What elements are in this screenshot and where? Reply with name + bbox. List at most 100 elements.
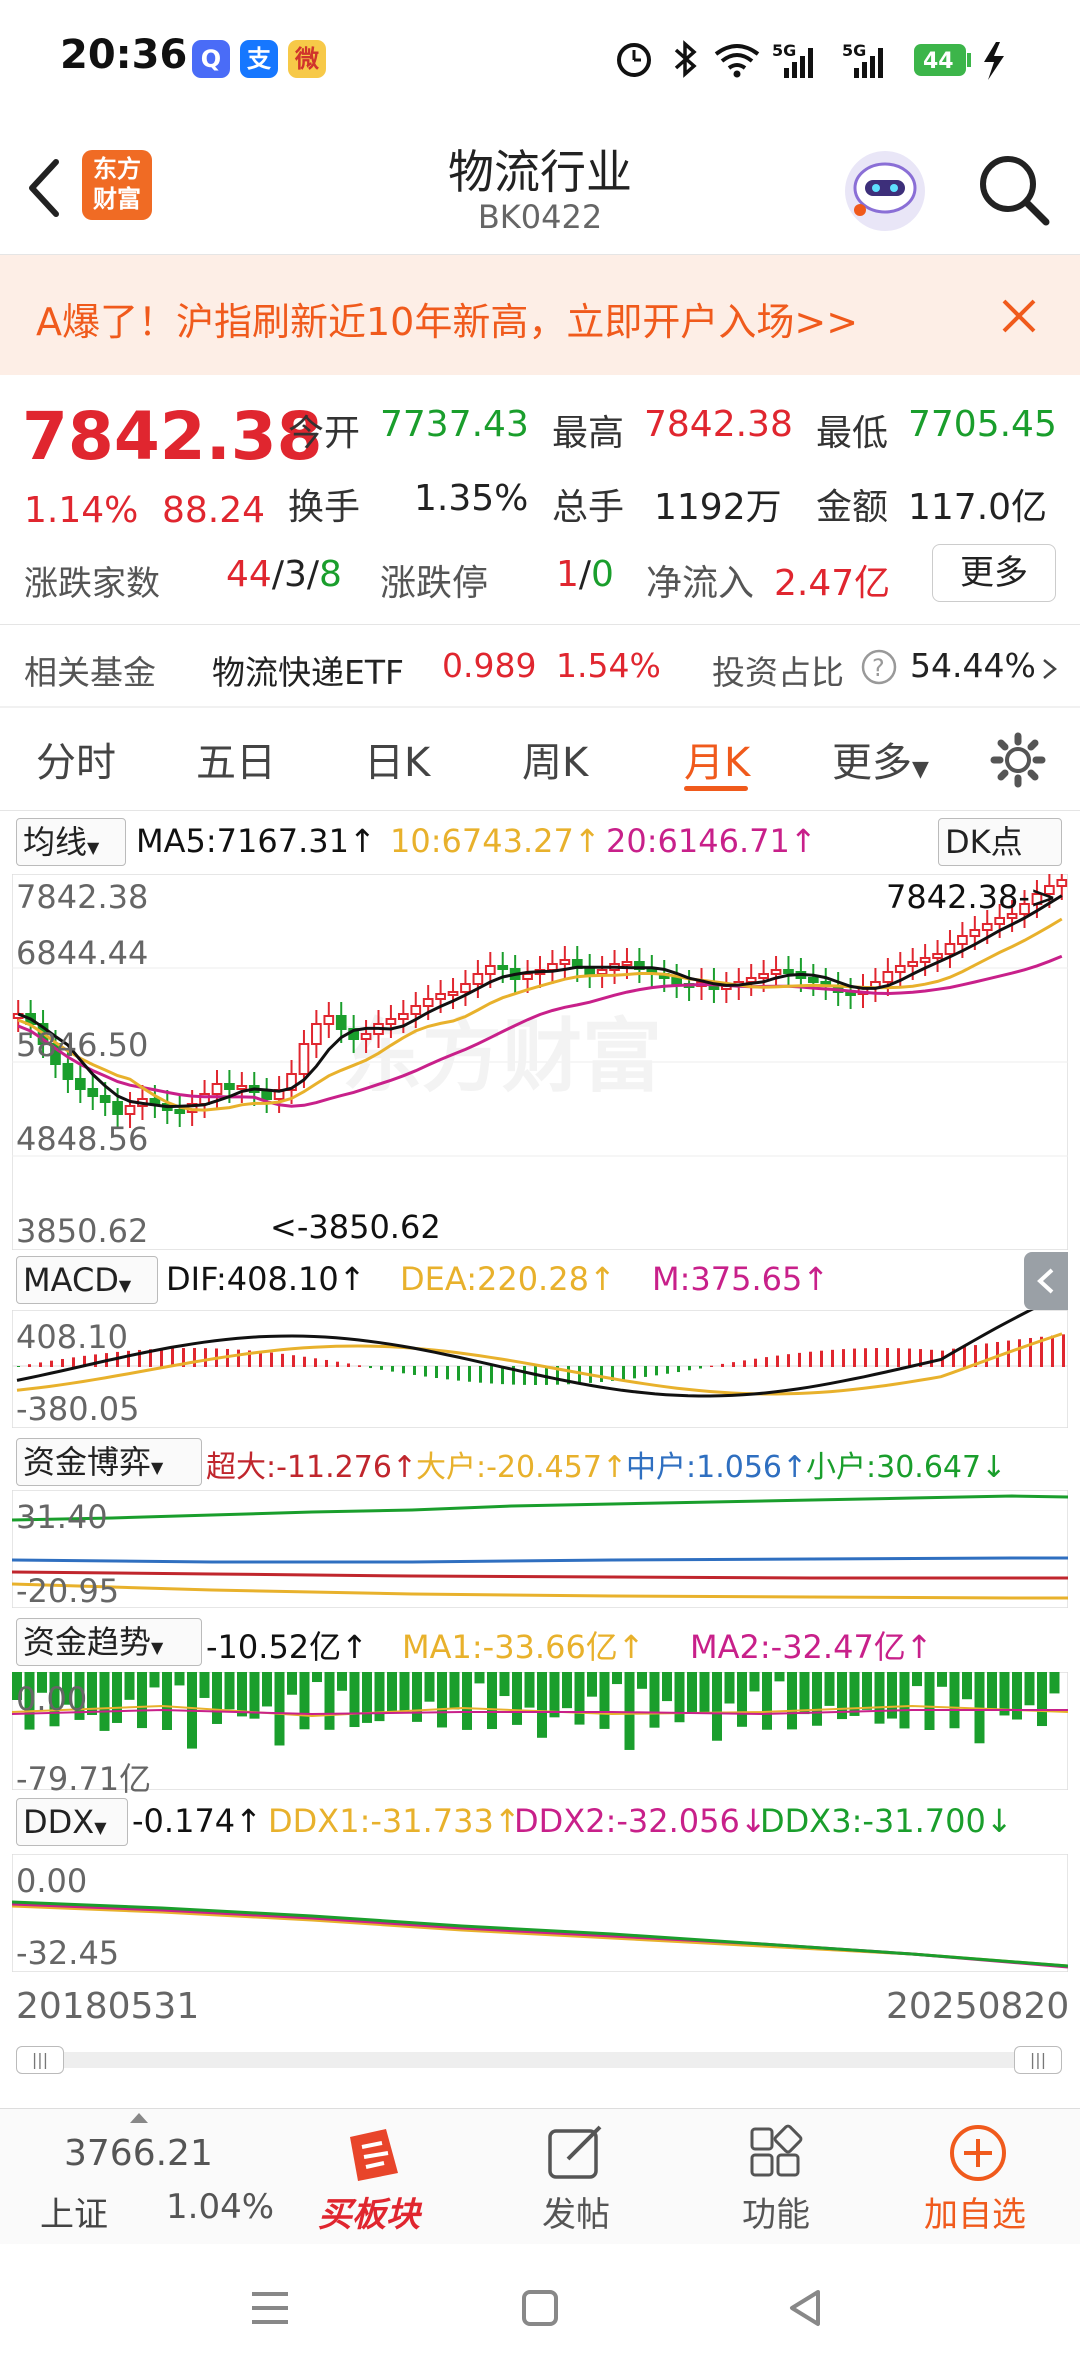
- fund-trend-axis-top: 0.00: [16, 1680, 88, 1718]
- low-value: 7705.45: [908, 404, 1057, 445]
- candle-body: [311, 1023, 322, 1045]
- fund-trend-bar: [112, 1672, 122, 1723]
- fund-trend-bar: [199, 1672, 210, 1698]
- macd-bar: [281, 1353, 284, 1367]
- svg-text:5G: 5G: [772, 41, 796, 60]
- adv-dec-counts: 44/3/8: [226, 554, 342, 595]
- kline-axis-mid2: 5846.50: [16, 1026, 149, 1064]
- adv-flat-count: 3: [283, 554, 307, 595]
- add-watchlist-label[interactable]: 加自选: [924, 2187, 1026, 2236]
- functions-label[interactable]: 功能: [742, 2187, 810, 2236]
- macd-bar: [237, 1349, 240, 1367]
- ddx-chart[interactable]: [12, 1854, 1068, 1972]
- macd-bar: [765, 1357, 768, 1367]
- index-pct[interactable]: 1.04%: [166, 2187, 274, 2227]
- macd-bar: [94, 1354, 97, 1367]
- app-q-icon: Q: [192, 40, 230, 78]
- menu-icon[interactable]: [248, 2286, 292, 2330]
- range-handle-left[interactable]: |||: [16, 2046, 64, 2074]
- search-icon[interactable]: [976, 152, 1052, 228]
- dk-point-button[interactable]: DK点: [938, 818, 1062, 866]
- candle-body: [1056, 879, 1068, 887]
- fund-trend-bar: [162, 1672, 172, 1730]
- tab-more[interactable]: 更多▼: [832, 730, 929, 788]
- fund-trend-bar: [337, 1672, 347, 1691]
- fund-trend-bar: [774, 1672, 785, 1682]
- fund-trend-select[interactable]: 资金趋势▼: [16, 1618, 202, 1666]
- section-gap: [0, 706, 1080, 708]
- fund-trend-bar: [699, 1672, 710, 1715]
- macd-bar: [622, 1366, 625, 1380]
- macd-bar: [677, 1366, 680, 1373]
- fund-game-caret-icon: ▼: [151, 1458, 164, 1477]
- candle-body: [447, 991, 459, 996]
- candle-body: [907, 961, 919, 967]
- candle-body: [298, 1043, 310, 1075]
- signal-2-icon: 5G: [842, 41, 883, 78]
- home-icon[interactable]: [518, 2286, 562, 2330]
- chevron-right-icon[interactable]: [1040, 656, 1060, 682]
- active-tab-indicator: [684, 786, 748, 791]
- candle-body: [894, 965, 906, 973]
- fund-name[interactable]: 物流快递ETF: [212, 646, 404, 694]
- fund-trend-bar: [599, 1672, 610, 1729]
- kline-chart[interactable]: 东方财富: [12, 874, 1068, 1250]
- fund-game-select[interactable]: 资金博弈▼: [16, 1438, 202, 1486]
- ddx-select[interactable]: DDX▼: [16, 1798, 128, 1846]
- buy-sector-label[interactable]: 买板块: [318, 2187, 420, 2236]
- tab-weekly-k[interactable]: 周K: [522, 730, 588, 788]
- help-icon[interactable]: ?: [860, 648, 898, 686]
- collapse-panel-button[interactable]: [1024, 1252, 1068, 1310]
- settings-gear-icon[interactable]: [990, 732, 1046, 788]
- macd-m: M:375.65↑: [652, 1260, 830, 1298]
- post-label[interactable]: 发帖: [542, 2187, 610, 2236]
- macd-select[interactable]: MACD▼: [16, 1256, 158, 1304]
- promo-banner[interactable]: A爆了！沪指刷新近10年新高，立即开户入场>>: [0, 255, 1080, 375]
- post-icon[interactable]: [546, 2123, 608, 2183]
- range-handle-right[interactable]: |||: [1014, 2046, 1062, 2074]
- tab-intraday[interactable]: 分时: [36, 730, 116, 788]
- macd-axis-bottom: -380.05: [16, 1390, 140, 1428]
- robot-assistant-icon[interactable]: [840, 146, 930, 236]
- buy-sector-icon[interactable]: [340, 2123, 410, 2187]
- candle-body: [460, 983, 471, 993]
- index-value[interactable]: 3766.21: [64, 2133, 213, 2174]
- fund-trend-value: -10.52亿↑: [206, 1628, 368, 1666]
- candle-body: [236, 1085, 248, 1090]
- macd-chart[interactable]: [12, 1310, 1068, 1428]
- close-icon[interactable]: [998, 295, 1040, 337]
- fund-trend-bar: [499, 1672, 510, 1697]
- candle-body: [758, 973, 769, 979]
- candle-body: [422, 998, 434, 1007]
- fund-game-chart[interactable]: [12, 1490, 1068, 1608]
- macd-bar: [17, 1366, 20, 1367]
- kline-axis-mid3: 4848.56: [16, 1120, 149, 1158]
- fund-trend-bar: [124, 1672, 135, 1700]
- system-nav-bar: [0, 2244, 1080, 2376]
- fund-trend-bar: [212, 1672, 222, 1724]
- fund-trend-chart[interactable]: [12, 1672, 1068, 1790]
- macd-bar: [787, 1354, 790, 1367]
- fund-trend-axis-bottom: -79.71亿: [16, 1760, 152, 1798]
- fund-trend-bar: [287, 1672, 297, 1695]
- macd-bar: [578, 1366, 581, 1384]
- back-nav-icon[interactable]: [784, 2286, 828, 2330]
- battery-icon: 44: [914, 42, 1004, 80]
- fund-ratio-label: 投资占比: [712, 653, 844, 692]
- add-watchlist-icon[interactable]: [946, 2121, 1010, 2185]
- kline-axis-bottom: 3850.62: [16, 1212, 149, 1250]
- macd-bar: [204, 1348, 207, 1367]
- ma-select[interactable]: 均线▼: [16, 818, 126, 866]
- tab-5day[interactable]: 五日: [196, 730, 276, 788]
- index-name[interactable]: 上证: [40, 2187, 108, 2236]
- more-button[interactable]: 更多: [932, 544, 1056, 602]
- range-scrollbar[interactable]: [18, 2052, 1062, 2068]
- candle-body: [547, 963, 558, 971]
- fund-trend-bar: [137, 1672, 147, 1729]
- tab-monthly-k[interactable]: 月K: [684, 730, 750, 788]
- candle-body: [360, 1033, 372, 1040]
- fund-trend-bar: [174, 1672, 185, 1686]
- tab-daily-k[interactable]: 日K: [364, 730, 430, 788]
- candle-body: [584, 967, 596, 975]
- functions-grid-icon[interactable]: [748, 2123, 808, 2183]
